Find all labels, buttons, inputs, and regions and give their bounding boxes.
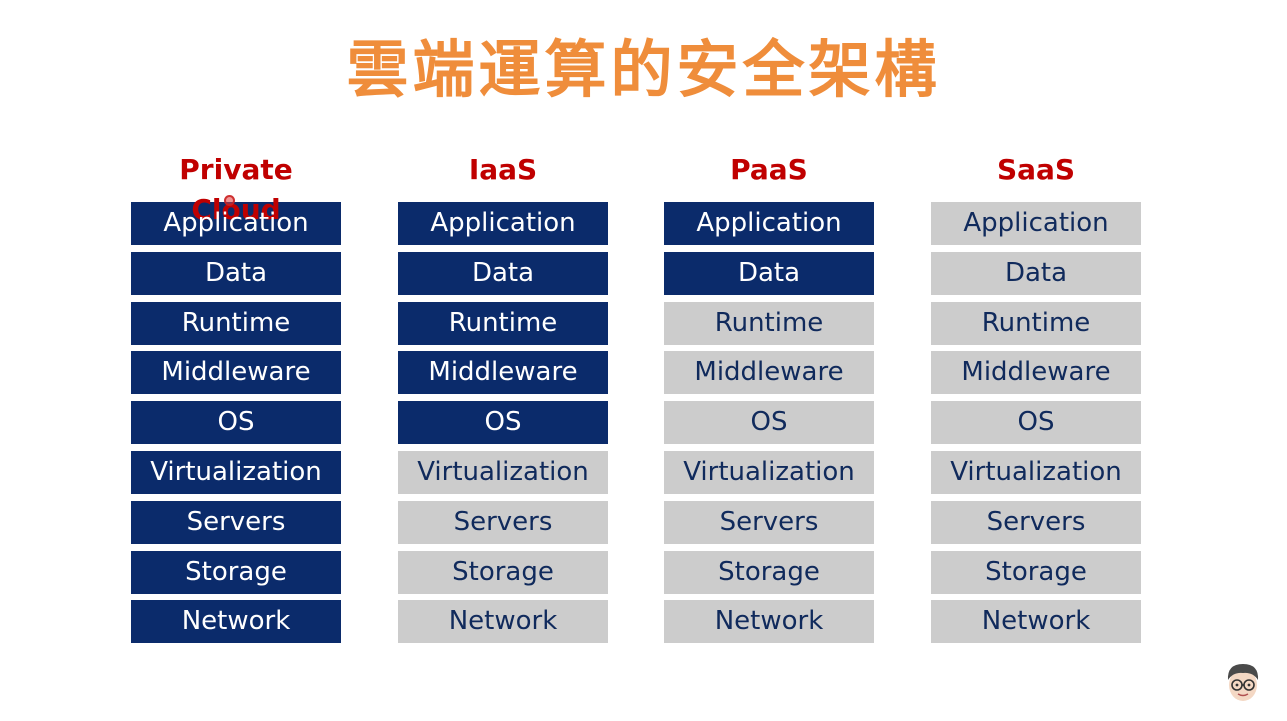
layer-os: OS [664,401,874,445]
layer-servers: Servers [931,500,1141,544]
layer-middleware: Middleware [398,351,608,395]
layer-runtime: Runtime [664,301,874,345]
layer-network: Network [931,600,1141,644]
column-heading: IaaS [468,153,538,186]
layer-runtime: Runtime [131,301,341,345]
column-iaas: IaaS Application Data Runtime Middleware… [398,150,608,650]
layer-application: Application [131,202,341,245]
layer-storage: Storage [931,550,1141,594]
layer-network: Network [664,600,874,644]
layer-os: OS [398,401,608,445]
layer-storage: Storage [664,550,874,594]
column-heading: PaaS [730,153,808,186]
layer-storage: Storage [131,550,341,594]
layer-data: Data [931,251,1141,295]
slide: 雲端運算的安全架構 Private Cloud Application Data… [0,0,1287,721]
layer-application: Application [931,202,1141,245]
column-private-cloud: Private Cloud Application Data Runtime M… [131,150,341,650]
layer-middleware: Middleware [664,351,874,395]
layer-virtualization: Virtualization [398,450,608,494]
column-paas: PaaS Application Data Runtime Middleware… [664,150,874,650]
layer-network: Network [398,600,608,644]
layer-servers: Servers [664,500,874,544]
layer-middleware: Middleware [131,351,341,395]
layer-network: Network [131,600,341,644]
layer-application: Application [398,202,608,245]
layer-servers: Servers [398,500,608,544]
column-heading: SaaS [996,153,1076,186]
column-saas: SaaS Application Data Runtime Middleware… [931,150,1141,650]
layer-virtualization: Virtualization [131,450,341,494]
layer-virtualization: Virtualization [931,450,1141,494]
layer-data: Data [131,251,341,295]
layer-data: Data [664,251,874,295]
column-heading: Private Cloud [179,153,293,226]
pointer-dot-icon [224,195,235,206]
layer-virtualization: Virtualization [664,450,874,494]
layer-middleware: Middleware [931,351,1141,395]
slide-title: 雲端運算的安全架構 [346,33,941,106]
layer-servers: Servers [131,500,341,544]
layer-runtime: Runtime [398,301,608,345]
layer-application: Application [664,202,874,245]
layer-os: OS [931,401,1141,445]
layer-storage: Storage [398,550,608,594]
cartoon-avatar-icon [1227,664,1259,701]
layer-os: OS [131,401,341,445]
layer-runtime: Runtime [931,301,1141,345]
layer-data: Data [398,251,608,295]
